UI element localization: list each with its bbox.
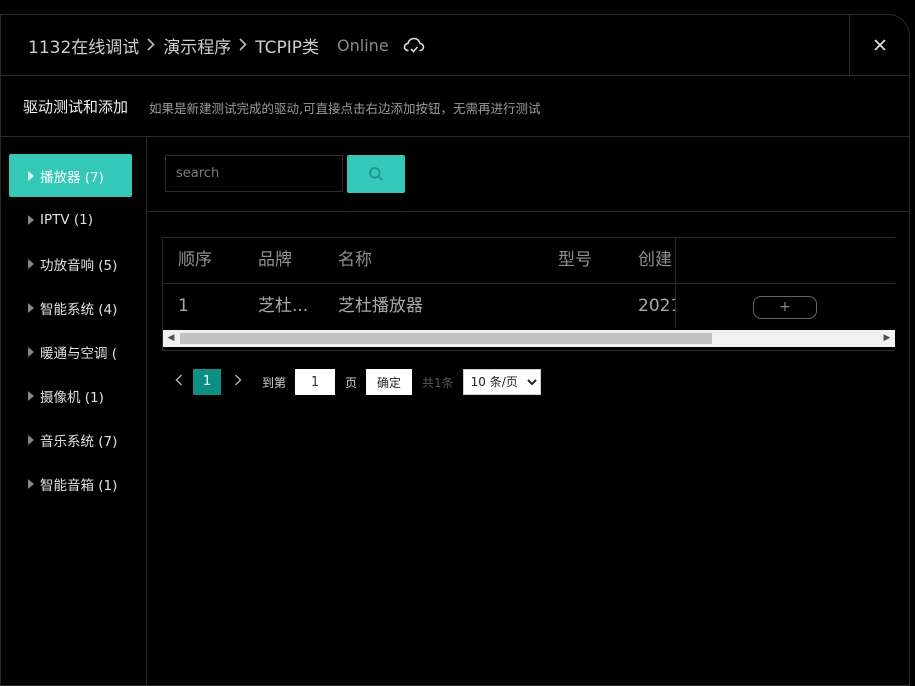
- scrollbar-thumb[interactable]: [180, 333, 712, 344]
- caret-right-icon: [28, 390, 34, 401]
- sidebar-item-smart-speaker[interactable]: 智能音箱 (1): [9, 462, 132, 505]
- category-sidebar: 播放器 (7) IPTV (1) 功放音响 (5) 智能系统 (4) 暖通与空调…: [1, 137, 147, 685]
- sidebar-item-amplifier[interactable]: 功放音响 (5): [9, 242, 132, 285]
- close-button[interactable]: [849, 15, 910, 75]
- search-input[interactable]: [165, 155, 343, 192]
- page-number-current[interactable]: 1: [193, 369, 221, 395]
- sidebar-item-label: 暖通与空调 (: [40, 345, 118, 362]
- status-label: Online: [337, 36, 389, 55]
- cloud-sync-icon[interactable]: [403, 37, 425, 55]
- action-column-header: [676, 238, 895, 284]
- section-hint: 如果是新建测试完成的驱动,可直接点击右边添加按钮，无需再进行测试: [149, 101, 541, 116]
- cell-name: 芝杜播放器: [338, 296, 423, 316]
- sidebar-item-label: 摄像机 (1): [40, 389, 104, 406]
- cell-order: 1: [178, 296, 189, 316]
- main-panel: 顺序 品牌 名称 型号 创建 1 芝杜... 芝杜播放器 2021 + ◀ ▶: [147, 137, 909, 685]
- caret-right-icon: [28, 170, 34, 181]
- sidebar-item-iptv[interactable]: IPTV (1): [9, 198, 132, 241]
- goto-label: 到第: [262, 375, 287, 390]
- scroll-right-icon[interactable]: ▶: [879, 330, 895, 347]
- next-page-icon[interactable]: [228, 374, 248, 390]
- caret-right-icon: [28, 258, 34, 269]
- caret-right-icon: [28, 346, 34, 357]
- scroll-left-icon[interactable]: ◀: [163, 330, 179, 347]
- cell-brand: 芝杜...: [258, 296, 309, 316]
- breadcrumb-item-project[interactable]: 1132在线调试: [28, 33, 139, 58]
- column-header-name: 名称: [338, 250, 372, 270]
- caret-right-icon: [28, 302, 34, 313]
- dialog: 1132在线调试 演示程序 TCPIP类 Online 驱动测试和添加 如果是新…: [0, 14, 910, 686]
- sidebar-item-camera[interactable]: 摄像机 (1): [9, 374, 132, 417]
- section-title: 驱动测试和添加: [23, 98, 129, 116]
- horizontal-scrollbar[interactable]: ◀ ▶: [163, 330, 895, 347]
- search-button[interactable]: [347, 155, 405, 193]
- breadcrumb-item-program[interactable]: 演示程序: [163, 33, 231, 58]
- breadcrumb: 1132在线调试 演示程序 TCPIP类 Online: [28, 33, 425, 58]
- pagination: 1 到第 页 确定 共1条 10 条/页: [169, 369, 541, 395]
- section-header: 驱动测试和添加 如果是新建测试完成的驱动,可直接点击右边添加按钮，无需再进行测试: [1, 76, 909, 137]
- caret-right-icon: [28, 434, 34, 445]
- caret-right-icon: [28, 478, 34, 489]
- prev-page-icon[interactable]: [169, 374, 189, 390]
- page-size-select[interactable]: 10 条/页: [462, 369, 541, 395]
- sidebar-item-player[interactable]: 播放器 (7): [9, 154, 132, 197]
- goto-page-input[interactable]: [295, 369, 336, 395]
- chevron-right-icon: [239, 36, 247, 55]
- column-header-created: 创建: [638, 250, 672, 270]
- column-header-order: 顺序: [178, 250, 212, 270]
- dialog-header: 1132在线调试 演示程序 TCPIP类 Online: [1, 15, 909, 76]
- search-bar: [147, 137, 909, 212]
- total-count: 共1条: [422, 375, 454, 390]
- column-header-model: 型号: [558, 250, 592, 270]
- sidebar-item-label: 音乐系统 (7): [40, 433, 118, 450]
- chevron-right-icon: [147, 36, 155, 55]
- search-icon: [369, 167, 383, 181]
- caret-right-icon: [28, 214, 34, 225]
- breadcrumb-item-category: TCPIP类: [255, 38, 320, 58]
- sidebar-item-label: 功放音响 (5): [40, 257, 118, 274]
- sidebar-item-label: 智能系统 (4): [40, 301, 118, 318]
- driver-table: 顺序 品牌 名称 型号 创建 1 芝杜... 芝杜播放器 2021 + ◀ ▶: [162, 237, 895, 351]
- sidebar-item-label: IPTV (1): [40, 211, 94, 228]
- confirm-goto-button[interactable]: 确定: [366, 369, 413, 395]
- action-column: +: [675, 238, 895, 328]
- add-driver-button[interactable]: +: [753, 296, 817, 319]
- sidebar-item-hvac[interactable]: 暖通与空调 (: [9, 330, 132, 373]
- sidebar-item-smart-system[interactable]: 智能系统 (4): [9, 286, 132, 329]
- column-header-brand: 品牌: [258, 250, 292, 270]
- sidebar-item-label: 智能音箱 (1): [40, 477, 118, 494]
- sidebar-item-label: 播放器 (7): [40, 169, 104, 186]
- page-unit-label: 页: [345, 375, 358, 390]
- close-icon: [874, 39, 886, 51]
- sidebar-item-music-system[interactable]: 音乐系统 (7): [9, 418, 132, 461]
